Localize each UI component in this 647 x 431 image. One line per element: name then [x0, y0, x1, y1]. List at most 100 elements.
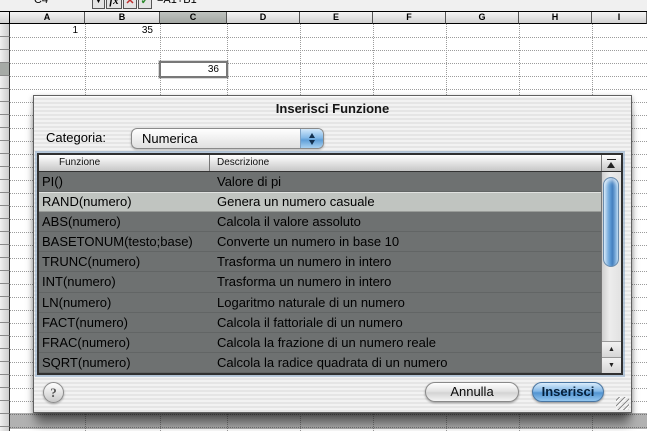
function-row[interactable]: RAND(numero)Genera un numero casuale	[39, 192, 601, 212]
arrow-up-icon	[309, 133, 315, 138]
accept-entry-icon[interactable]: ✓	[138, 0, 152, 9]
grid-hline	[10, 76, 647, 77]
row-header-16[interactable]	[0, 219, 10, 232]
grid-hline	[10, 50, 647, 51]
function-name: INT(numero)	[39, 272, 210, 292]
grid-hline	[10, 89, 647, 90]
row-header-10[interactable]	[0, 141, 10, 154]
function-description: Valore di pi	[210, 172, 601, 192]
chevron-down-icon[interactable]: ▼	[92, 0, 105, 9]
function-row[interactable]: BASETONUM(testo;base)Converte un numero …	[39, 232, 601, 252]
cell-B1[interactable]: 35	[85, 24, 160, 37]
scroll-up-button[interactable]: ▲	[602, 341, 621, 357]
function-row[interactable]: TRUNC(numero)Trasforma un numero in inte…	[39, 252, 601, 272]
row-header-4[interactable]	[0, 63, 10, 76]
insert-function-button[interactable]: fx	[106, 0, 122, 9]
row-header-26[interactable]	[0, 349, 10, 362]
row-header-18[interactable]	[0, 245, 10, 258]
row-header-1[interactable]	[0, 24, 10, 37]
column-header-D[interactable]: D	[227, 11, 300, 24]
row-header-31[interactable]	[0, 414, 10, 427]
help-button[interactable]: ?	[43, 382, 64, 403]
row-header-19[interactable]	[0, 258, 10, 271]
sort-order-button[interactable]	[601, 155, 621, 171]
scrollbar-thumb[interactable]	[603, 177, 619, 267]
arrow-down-icon	[309, 140, 315, 145]
row-header-20[interactable]	[0, 271, 10, 284]
row-header-11[interactable]	[0, 154, 10, 167]
row-header-25[interactable]	[0, 336, 10, 349]
cell-reference-box[interactable]: C4	[34, 0, 84, 9]
function-row[interactable]: INT(numero)Trasforma un numero in intero	[39, 272, 601, 292]
function-row[interactable]: FACT(numero)Calcola il fattoriale di un …	[39, 313, 601, 333]
function-row[interactable]: SQRT(numero)Calcola la radice quadrata d…	[39, 353, 601, 373]
function-name: LN(numero)	[39, 293, 210, 313]
row-header-14[interactable]	[0, 193, 10, 206]
scrollbar[interactable]: ▲ ▼	[601, 172, 621, 373]
function-name: FACT(numero)	[39, 313, 210, 333]
category-popup[interactable]: Numerica	[131, 128, 324, 149]
grid-hline	[10, 63, 647, 64]
row-header-29[interactable]	[0, 388, 10, 401]
row-header-12[interactable]	[0, 167, 10, 180]
row-header-22[interactable]	[0, 297, 10, 310]
column-header-I[interactable]: I	[592, 11, 647, 24]
column-header-C[interactable]: C	[160, 11, 227, 24]
function-name: ABS(numero)	[39, 212, 210, 232]
function-name: PI()	[39, 172, 210, 192]
row-header-5[interactable]	[0, 76, 10, 89]
function-row[interactable]: ABS(numero)Calcola il valore assoluto	[39, 212, 601, 232]
row-header-6[interactable]	[0, 89, 10, 102]
function-row[interactable]: FRAC(numero)Calcola la frazione di un nu…	[39, 333, 601, 353]
function-row[interactable]: LN(numero)Logaritmo naturale di un numer…	[39, 293, 601, 313]
row-header-13[interactable]	[0, 180, 10, 193]
column-header-descrizione[interactable]: Descrizione	[210, 155, 601, 171]
row-header-27[interactable]	[0, 362, 10, 375]
scrollbar-arrows: ▲ ▼	[602, 341, 621, 373]
row-header-32[interactable]	[0, 427, 10, 431]
function-row[interactable]: PI()Valore di pi	[39, 172, 601, 192]
insert-button[interactable]: Inserisci	[532, 382, 604, 402]
scroll-down-button[interactable]: ▼	[602, 357, 621, 373]
column-header-G[interactable]: G	[446, 11, 519, 24]
column-headers: ABCDEFGHI	[0, 11, 647, 24]
row-header-24[interactable]	[0, 323, 10, 336]
function-name: TRUNC(numero)	[39, 252, 210, 272]
function-list-header: Funzione Descrizione	[39, 155, 621, 172]
column-header-F[interactable]: F	[373, 11, 446, 24]
cancel-button[interactable]: Annulla	[425, 382, 519, 402]
column-header-H[interactable]: H	[519, 11, 592, 24]
cell-A1[interactable]: 1	[10, 24, 85, 37]
row-header-28[interactable]	[0, 375, 10, 388]
column-header-funzione[interactable]: Funzione	[39, 155, 210, 171]
row-header-15[interactable]	[0, 206, 10, 219]
function-description: Converte un numero in base 10	[210, 232, 601, 252]
column-header-E[interactable]: E	[300, 11, 373, 24]
cell-C4[interactable]: 36	[159, 61, 228, 78]
row-header-2[interactable]	[0, 37, 10, 50]
function-description: Trasforma un numero in intero	[210, 272, 601, 292]
spreadsheet-app: C4 ▼ fx ✕ ✓ =A1+B1 135 36 ABCDEFGHI Inser…	[0, 0, 647, 431]
row-header-21[interactable]	[0, 284, 10, 297]
row-header-23[interactable]	[0, 310, 10, 323]
resize-grip[interactable]	[616, 397, 629, 410]
category-popup-value: Numerica	[142, 129, 198, 148]
grid-hline	[10, 37, 647, 38]
row-header-30[interactable]	[0, 401, 10, 414]
row-header-9[interactable]	[0, 128, 10, 141]
row-header-8[interactable]	[0, 115, 10, 128]
function-description: Trasforma un numero in intero	[210, 252, 601, 272]
cancel-entry-icon[interactable]: ✕	[123, 0, 137, 9]
formula-input[interactable]: =A1+B1	[157, 0, 277, 9]
select-all-corner[interactable]	[0, 11, 10, 24]
column-header-A[interactable]: A	[10, 11, 85, 24]
row-header-17[interactable]	[0, 232, 10, 245]
column-header-B[interactable]: B	[85, 11, 160, 24]
row-header-3[interactable]	[0, 50, 10, 63]
function-list-body: PI()Valore di piRAND(numero)Genera un nu…	[39, 172, 601, 373]
row-header-7[interactable]	[0, 102, 10, 115]
function-name: RAND(numero)	[39, 192, 210, 212]
category-label: Categoria:	[46, 130, 106, 145]
function-description: Calcola la radice quadrata di un numero	[210, 353, 601, 373]
popup-arrows-icon	[300, 129, 323, 148]
